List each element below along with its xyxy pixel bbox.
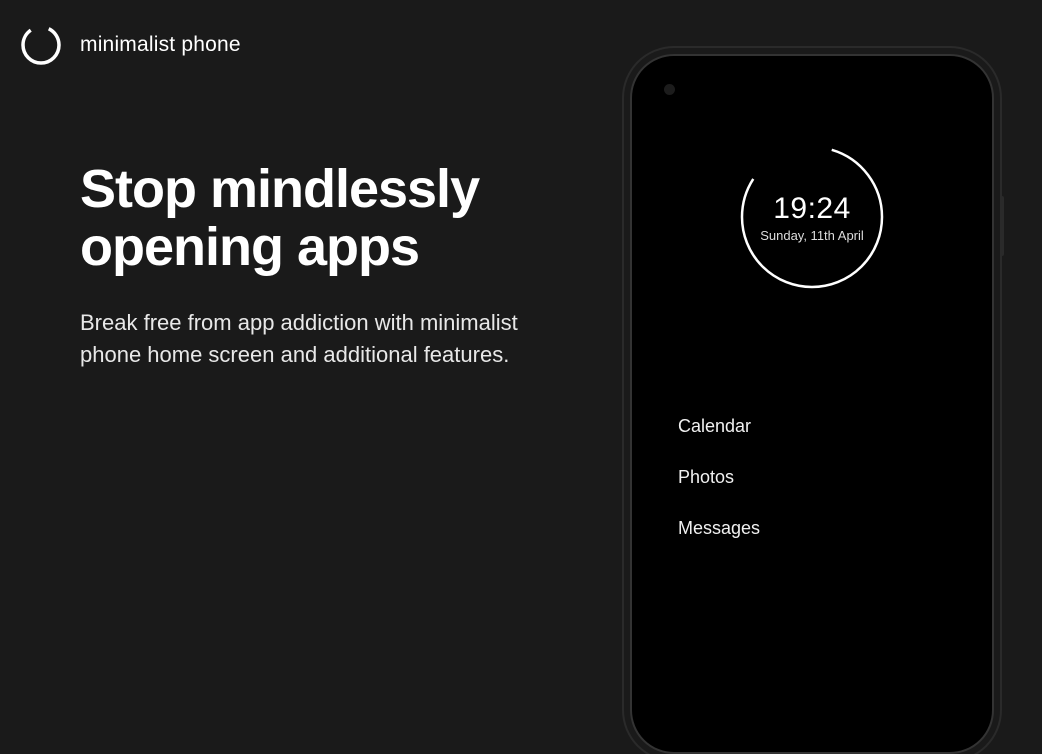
side-button-icon (1000, 196, 1004, 256)
headline: Stop mindlessly opening apps (80, 160, 560, 277)
logo-ring-icon (20, 24, 62, 66)
app-item-messages[interactable]: Messages (678, 518, 760, 539)
app-item-calendar[interactable]: Calendar (678, 416, 760, 437)
phone-mockup: 19:24 Sunday, 11th April Calendar Photos… (630, 54, 994, 754)
clock-ring-icon (737, 142, 887, 292)
camera-dot-icon (664, 84, 675, 95)
brand-name: minimalist phone (80, 33, 241, 57)
clock-widget: 19:24 Sunday, 11th April (737, 142, 887, 292)
app-list: Calendar Photos Messages (678, 416, 760, 539)
subtext: Break free from app addiction with minim… (80, 307, 560, 371)
app-item-photos[interactable]: Photos (678, 467, 760, 488)
hero-content: Stop mindlessly opening apps Break free … (80, 160, 560, 370)
